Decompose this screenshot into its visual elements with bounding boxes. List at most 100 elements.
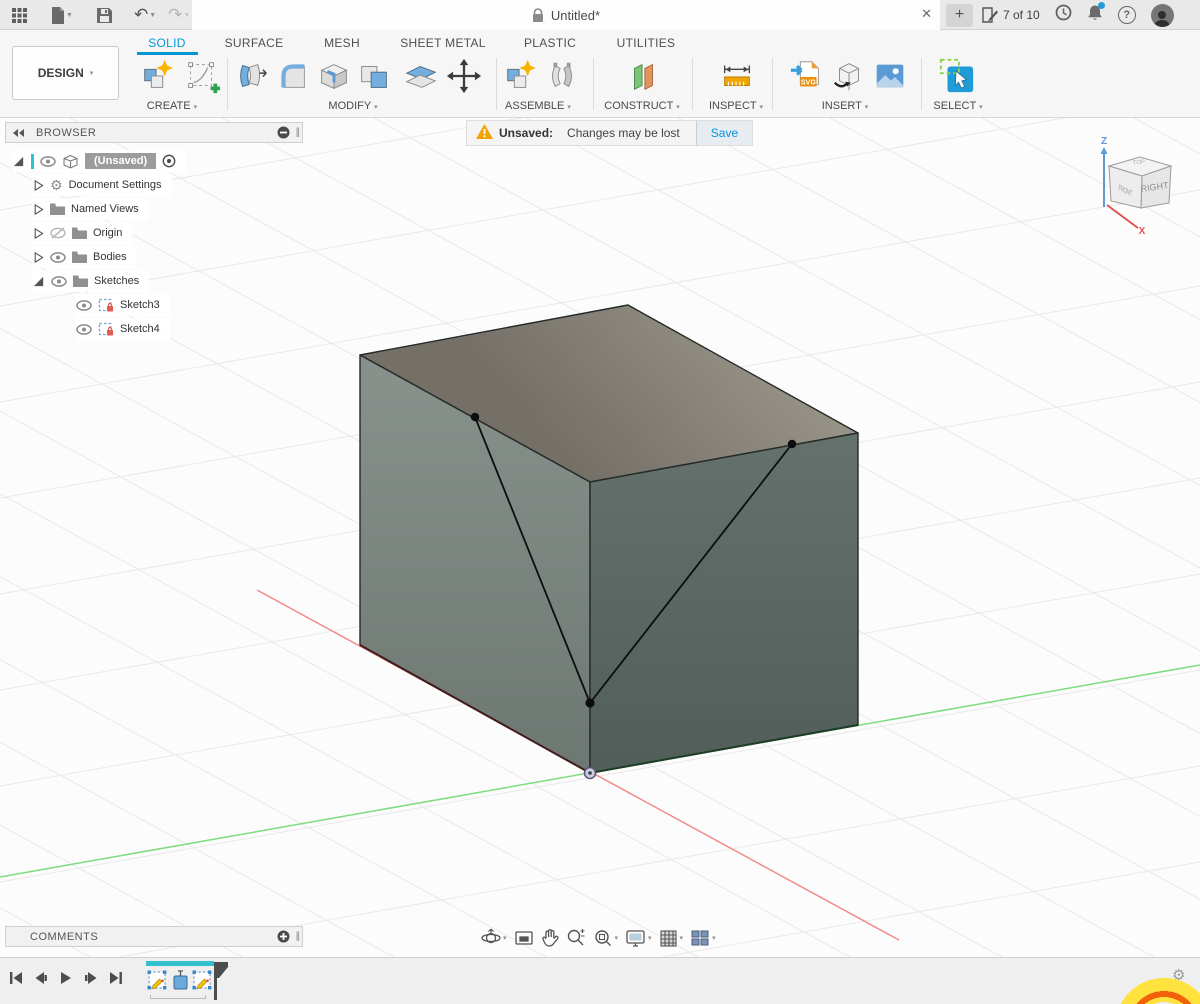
tree-row-root[interactable]: (Unsaved)	[12, 150, 186, 172]
timeline-go-to-start-button[interactable]	[8, 970, 24, 986]
help-icon[interactable]: ?	[1118, 6, 1136, 24]
assemble-new-component-icon[interactable]	[502, 56, 540, 96]
gear-icon: ⚙	[50, 177, 63, 194]
insert-canvas-icon[interactable]	[871, 56, 909, 96]
new-tab-button[interactable]: +	[946, 4, 973, 27]
grid-settings[interactable]: ▾	[659, 929, 684, 948]
tab-mesh[interactable]: MESH	[324, 36, 360, 50]
timeline-sketch-feature[interactable]	[147, 970, 168, 991]
minimize-panel-icon[interactable]	[277, 126, 296, 139]
display-settings[interactable]: ▾	[625, 929, 652, 948]
timeline-step-back-button[interactable]	[33, 970, 49, 986]
create-sketch-icon[interactable]	[183, 56, 221, 96]
tree-row-origin[interactable]: Origin	[32, 222, 132, 244]
new-component-icon[interactable]	[139, 56, 177, 96]
visibility-eye-icon[interactable]	[76, 300, 92, 311]
workspace-switcher[interactable]: DESIGN▾	[12, 46, 119, 100]
collapsed-triangle-icon[interactable]	[32, 227, 44, 240]
file-menu-button[interactable]: ▼	[47, 5, 77, 26]
collapsed-triangle-icon[interactable]	[32, 251, 44, 264]
panel-drag-grip[interactable]: ||	[296, 127, 302, 138]
z-axis-label: Z	[1101, 136, 1107, 147]
shell-icon[interactable]	[315, 56, 353, 96]
tab-utilities[interactable]: UTILITIES	[617, 36, 676, 50]
construct-plane-icon[interactable]	[624, 56, 662, 96]
tab-plastic[interactable]: PLASTIC	[524, 36, 576, 50]
root-document-label[interactable]: (Unsaved)	[85, 153, 156, 169]
save-link[interactable]: Save	[696, 121, 752, 145]
viewport-canvas[interactable]	[0, 118, 1200, 957]
tree-row-named-views[interactable]: Named Views	[32, 198, 149, 220]
joint-icon[interactable]	[543, 56, 581, 96]
timeline-step-forward-button[interactable]	[83, 970, 99, 986]
activate-component-radio[interactable]	[162, 154, 176, 168]
tree-row-document-settings[interactable]: ⚙ Document Settings	[32, 174, 172, 196]
undo-caret[interactable]: ▼	[149, 12, 156, 19]
browser-panel-header[interactable]: BROWSER ||	[5, 122, 303, 143]
timeline-extrude-feature[interactable]	[170, 970, 191, 991]
group-create[interactable]: CREATE ▾	[147, 100, 197, 112]
group-inspect[interactable]: INSPECT ▾	[709, 100, 763, 112]
insert-mesh-icon[interactable]	[830, 56, 868, 96]
group-modify[interactable]: MODIFY ▾	[328, 100, 377, 112]
save-button[interactable]	[93, 6, 116, 25]
add-comment-icon[interactable]	[277, 930, 296, 943]
tab-sheet-metal[interactable]: SHEET METAL	[400, 36, 486, 50]
visibility-eye-icon[interactable]	[40, 156, 56, 167]
timeline-playhead[interactable]	[212, 962, 232, 1002]
group-assemble[interactable]: ASSEMBLE ▾	[505, 100, 571, 112]
comments-panel-header[interactable]: COMMENTS ||	[5, 926, 303, 947]
zoom-tool[interactable]	[566, 928, 586, 948]
group-insert[interactable]: INSERT ▾	[822, 100, 869, 112]
visibility-eye-icon[interactable]	[50, 252, 66, 263]
group-select[interactable]: SELECT ▾	[933, 100, 982, 112]
document-pager[interactable]: 7 of 10	[982, 7, 1040, 23]
offset-face-icon[interactable]	[402, 56, 440, 96]
move-icon[interactable]	[445, 56, 483, 96]
tree-row-sketch4[interactable]: Sketch4	[76, 318, 170, 340]
viewports-tool[interactable]: ▾	[690, 929, 716, 947]
redo-button[interactable]: ↷ ▼	[164, 3, 194, 27]
body-box[interactable]	[360, 305, 858, 773]
tree-row-sketch3[interactable]: Sketch3	[76, 294, 170, 316]
timeline-play-button[interactable]	[58, 970, 74, 986]
expanded-triangle-icon[interactable]	[32, 275, 45, 288]
group-construct[interactable]: CONSTRUCT ▾	[604, 100, 679, 112]
panel-drag-grip[interactable]: ||	[296, 931, 302, 942]
close-tab-icon[interactable]: ✕	[921, 6, 932, 22]
timeline-go-to-end-button[interactable]	[108, 970, 124, 986]
view-cube[interactable]: Z TOP RIGHT FRONT X	[1082, 133, 1200, 243]
avatar[interactable]	[1151, 4, 1174, 27]
pan-tool[interactable]	[541, 928, 559, 948]
insert-svg-icon[interactable]: SVG	[788, 56, 826, 96]
collapsed-triangle-icon[interactable]	[32, 179, 44, 192]
visibility-eye-icon[interactable]	[76, 324, 92, 335]
orbit-tool[interactable]: ▾	[481, 928, 507, 948]
undo-button[interactable]: ↶ ▼	[130, 3, 160, 27]
history-clock-icon[interactable]	[1055, 4, 1072, 26]
collapsed-triangle-icon[interactable]	[32, 203, 44, 216]
origin-point[interactable]	[585, 768, 596, 779]
select-icon[interactable]	[938, 56, 976, 96]
document-tab[interactable]: Untitled* ✕	[192, 0, 940, 30]
tab-surface[interactable]: SURFACE	[225, 36, 284, 50]
document-title: Untitled*	[551, 8, 600, 23]
tree-row-sketches[interactable]: Sketches	[32, 270, 149, 292]
look-at-tool[interactable]	[514, 929, 534, 947]
fit-tool[interactable]: ▾	[593, 928, 619, 948]
tree-row-bodies[interactable]: Bodies	[32, 246, 137, 268]
collapse-panel-icon[interactable]	[6, 129, 30, 137]
visibility-off-eye-icon[interactable]	[50, 227, 66, 239]
press-pull-icon[interactable]	[233, 56, 271, 96]
visibility-eye-icon[interactable]	[51, 276, 67, 287]
notifications-bell-icon[interactable]	[1087, 4, 1103, 26]
expanded-triangle-icon[interactable]	[12, 155, 25, 168]
tab-solid[interactable]: SOLID	[148, 36, 186, 50]
combine-icon[interactable]	[355, 56, 393, 96]
viewcube-top-label[interactable]: TOP	[1133, 160, 1146, 167]
folder-icon	[72, 251, 87, 263]
measure-icon[interactable]	[718, 56, 756, 96]
fillet-icon[interactable]	[274, 56, 312, 96]
timeline-sketch-feature[interactable]	[192, 970, 213, 991]
app-grid-icon[interactable]	[8, 6, 31, 25]
